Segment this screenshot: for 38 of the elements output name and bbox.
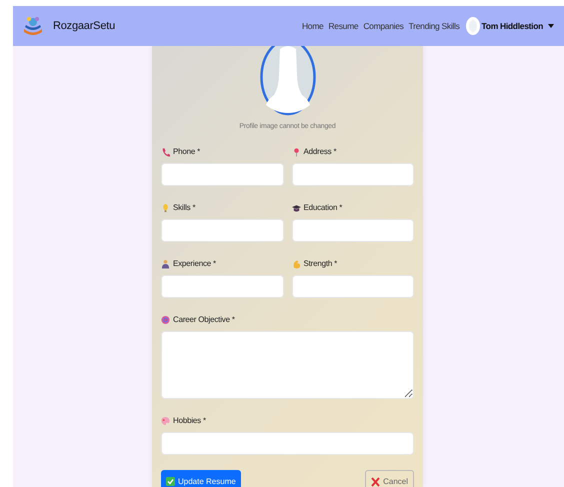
nav-link[interactable]: Companies	[363, 20, 404, 32]
phone-icon	[161, 146, 170, 156]
avatar-icon	[466, 17, 480, 35]
field-label: Hobbies *	[173, 414, 206, 426]
field-label: Skills *	[173, 202, 196, 214]
nav-link[interactable]: Home	[302, 20, 324, 32]
pin-icon	[292, 146, 300, 156]
field-label: Education *	[304, 202, 342, 214]
caret-icon	[548, 24, 554, 28]
field-label: Address *	[304, 146, 336, 158]
graduation-cap-icon	[292, 202, 300, 212]
profile-avatar	[260, 46, 316, 116]
input-field[interactable]	[292, 274, 414, 298]
checkbox-icon	[166, 477, 175, 486]
update-button[interactable]: Update Resume	[161, 470, 241, 487]
nav-link[interactable]: Trending Skills	[408, 20, 460, 32]
close-icon	[371, 476, 380, 486]
input-field[interactable]	[161, 218, 284, 242]
input-field[interactable]	[161, 274, 284, 298]
input-field[interactable]	[161, 162, 284, 186]
palette-icon	[161, 416, 170, 426]
input-field[interactable]	[292, 218, 414, 242]
input-field[interactable]	[161, 432, 414, 454]
user-menu[interactable]: Tom Hiddlestion	[466, 17, 554, 35]
flexed-arm-icon	[292, 258, 300, 268]
person-icon	[161, 258, 170, 268]
cancel-button[interactable]: Cancel	[365, 470, 414, 487]
text-area[interactable]	[161, 330, 414, 398]
field-label: Experience *	[173, 258, 216, 270]
field-label: Career Objective *	[173, 314, 235, 326]
lightbulb-icon	[161, 202, 170, 212]
field-label: Strength *	[304, 258, 338, 270]
logo-icon[interactable]	[21, 14, 45, 38]
brand-name[interactable]: RozgaarSetu	[53, 18, 116, 34]
input-field[interactable]	[292, 162, 414, 186]
field-label: Phone *	[173, 146, 200, 158]
target-icon	[161, 314, 170, 324]
nav-link[interactable]: Resume	[328, 20, 358, 32]
